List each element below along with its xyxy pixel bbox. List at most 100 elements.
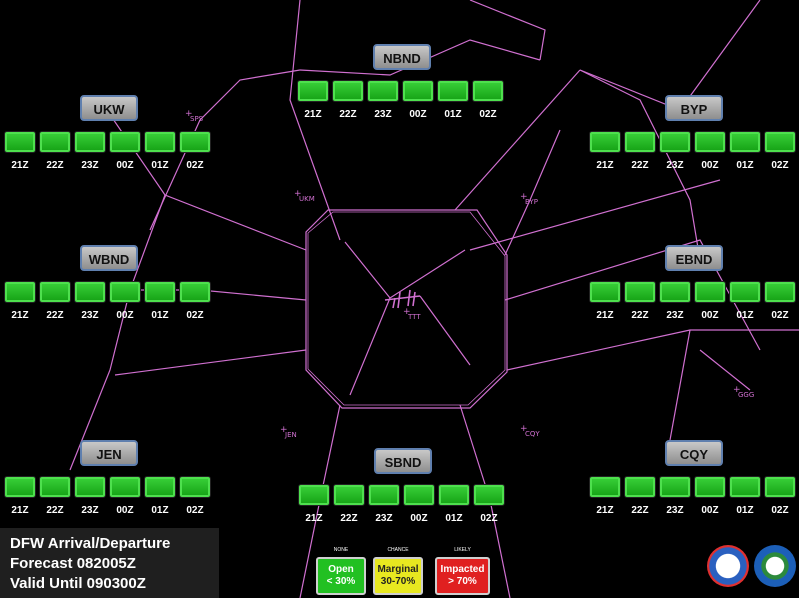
time-label: 00Z xyxy=(116,160,134,171)
status-cell[interactable] xyxy=(144,281,176,303)
status-cell[interactable] xyxy=(729,281,761,303)
group-label-wbnd[interactable]: WBND xyxy=(80,245,138,271)
status-cell[interactable] xyxy=(333,484,365,506)
time-label: 01Z xyxy=(736,505,754,516)
time-label: 22Z xyxy=(339,109,357,120)
status-cell[interactable] xyxy=(438,484,470,506)
status-cell[interactable] xyxy=(368,484,400,506)
nws-logo xyxy=(707,545,749,587)
status-cell[interactable] xyxy=(659,131,691,153)
status-row-ukw xyxy=(4,131,211,153)
status-cell[interactable] xyxy=(332,80,364,102)
time-label: 21Z xyxy=(304,109,322,120)
status-row-ebnd xyxy=(589,281,796,303)
time-label: 23Z xyxy=(375,513,393,524)
time-row-ebnd: 21Z 22Z 23Z 00Z 01Z 02Z xyxy=(589,310,796,321)
group-label-ukw[interactable]: UKW xyxy=(80,95,138,121)
status-cell[interactable] xyxy=(729,476,761,498)
status-cell[interactable] xyxy=(694,281,726,303)
fix-ggg: + GGG xyxy=(733,385,755,399)
status-cell[interactable] xyxy=(39,281,71,303)
status-cell[interactable] xyxy=(144,131,176,153)
status-row-byp xyxy=(589,131,796,153)
status-cell[interactable] xyxy=(403,484,435,506)
status-cell[interactable] xyxy=(179,131,211,153)
status-cell[interactable] xyxy=(402,80,434,102)
status-cell[interactable] xyxy=(298,484,330,506)
time-label: 23Z xyxy=(81,160,99,171)
info-forecast: Forecast 082005Z xyxy=(10,555,136,572)
legend-impacted: LIKELY Impacted > 70% xyxy=(435,547,490,595)
time-row-ukw: 21Z 22Z 23Z 00Z 01Z 02Z xyxy=(4,160,211,171)
group-label-nbnd[interactable]: NBND xyxy=(373,44,431,70)
fix-ttt: + TTT xyxy=(403,307,421,321)
status-cell[interactable] xyxy=(39,131,71,153)
status-cell[interactable] xyxy=(367,80,399,102)
status-cell[interactable] xyxy=(624,476,656,498)
time-row-nbnd: 21Z 22Z 23Z 00Z 01Z 02Z xyxy=(297,109,504,120)
fix-sps: + SPS xyxy=(185,109,204,123)
status-cell[interactable] xyxy=(39,476,71,498)
time-label: 02Z xyxy=(186,160,204,171)
time-label: 02Z xyxy=(771,310,789,321)
group-label-cqy[interactable]: CQY xyxy=(665,440,723,466)
status-cell[interactable] xyxy=(4,476,36,498)
status-cell[interactable] xyxy=(109,131,141,153)
status-cell[interactable] xyxy=(624,281,656,303)
status-cell[interactable] xyxy=(4,131,36,153)
status-cell[interactable] xyxy=(589,281,621,303)
time-label: 22Z xyxy=(46,310,64,321)
time-label: 22Z xyxy=(46,160,64,171)
status-cell[interactable] xyxy=(74,476,106,498)
noaa-logo xyxy=(754,545,796,587)
time-label: 22Z xyxy=(631,310,649,321)
group-label-byp[interactable]: BYP xyxy=(665,95,723,121)
status-row-sbnd xyxy=(298,484,505,506)
time-label: 23Z xyxy=(374,109,392,120)
status-cell[interactable] xyxy=(764,281,796,303)
status-cell[interactable] xyxy=(144,476,176,498)
status-cell[interactable] xyxy=(473,484,505,506)
time-label: 00Z xyxy=(701,160,719,171)
status-cell[interactable] xyxy=(764,131,796,153)
status-cell[interactable] xyxy=(589,131,621,153)
group-label-jen[interactable]: JEN xyxy=(80,440,138,466)
status-cell[interactable] xyxy=(694,476,726,498)
status-cell[interactable] xyxy=(764,476,796,498)
legend-caption: CHANCE xyxy=(387,547,409,553)
status-cell[interactable] xyxy=(472,80,504,102)
status-cell[interactable] xyxy=(179,476,211,498)
time-label: 00Z xyxy=(701,505,719,516)
time-label: 22Z xyxy=(631,505,649,516)
status-row-nbnd xyxy=(297,80,504,102)
status-cell[interactable] xyxy=(179,281,211,303)
time-row-sbnd: 21Z 22Z 23Z 00Z 01Z 02Z xyxy=(298,513,505,524)
status-cell[interactable] xyxy=(437,80,469,102)
status-cell[interactable] xyxy=(694,131,726,153)
time-label: 21Z xyxy=(11,310,29,321)
group-label-sbnd[interactable]: SBND xyxy=(374,448,432,474)
time-label: 22Z xyxy=(46,505,64,516)
time-label: 02Z xyxy=(480,513,498,524)
status-cell[interactable] xyxy=(659,476,691,498)
time-row-jen: 21Z 22Z 23Z 00Z 01Z 02Z xyxy=(4,505,211,516)
time-label: 01Z xyxy=(445,513,463,524)
time-label: 21Z xyxy=(596,505,614,516)
status-cell[interactable] xyxy=(624,131,656,153)
time-label: 00Z xyxy=(116,310,134,321)
status-cell[interactable] xyxy=(659,281,691,303)
legend-caption: NONE xyxy=(333,547,349,553)
status-cell[interactable] xyxy=(74,131,106,153)
status-cell[interactable] xyxy=(4,281,36,303)
legend-box-open: Open < 30% xyxy=(316,557,366,595)
time-label: 22Z xyxy=(631,160,649,171)
status-cell[interactable] xyxy=(589,476,621,498)
status-cell[interactable] xyxy=(297,80,329,102)
status-cell[interactable] xyxy=(109,281,141,303)
status-cell[interactable] xyxy=(729,131,761,153)
legend-caption: LIKELY xyxy=(454,547,471,553)
status-cell[interactable] xyxy=(74,281,106,303)
time-label: 00Z xyxy=(701,310,719,321)
group-label-ebnd[interactable]: EBND xyxy=(665,245,723,271)
status-cell[interactable] xyxy=(109,476,141,498)
